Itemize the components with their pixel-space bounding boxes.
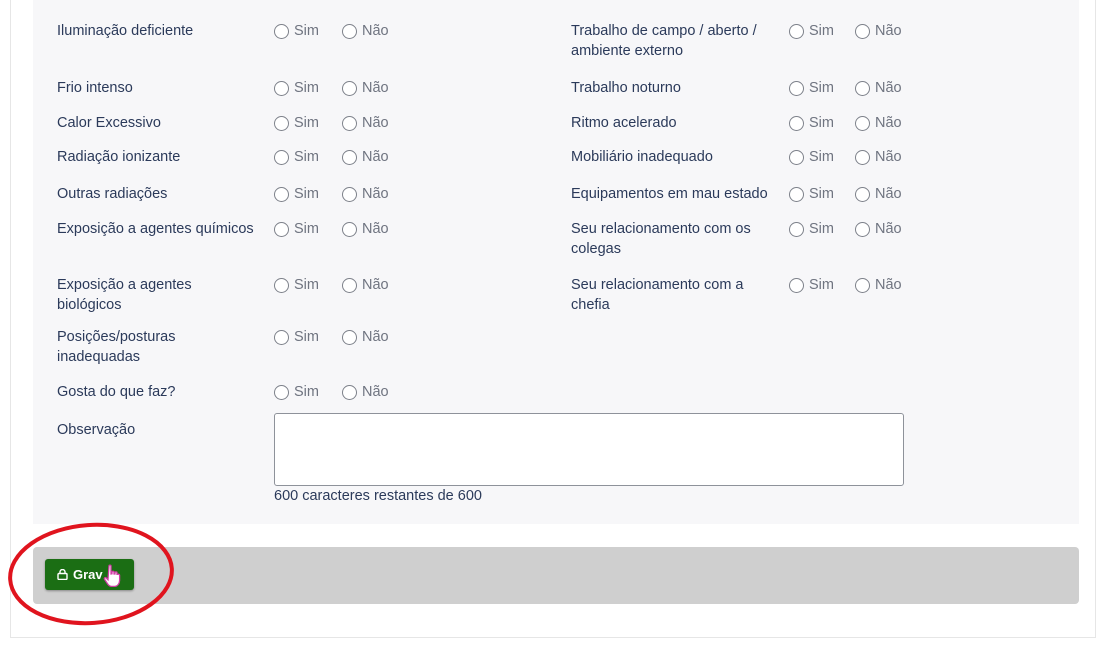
radio-circle-icon [274,115,289,131]
question-label: Seu relacionamento com a chefia [571,277,744,313]
radio-circle-icon [789,115,804,131]
yes-radio[interactable]: Sim [274,113,319,133]
yes-radio[interactable]: Sim [274,184,319,204]
radio-circle-icon [342,23,357,39]
radio-circle-icon [342,221,357,237]
yes-radio[interactable]: Sim [789,184,834,204]
radio-circle-icon [274,23,289,39]
question-label: Frio intenso [57,80,133,96]
radio-circle-icon [342,115,357,131]
no-radio[interactable]: Não [855,78,902,98]
radio-circle-icon [342,149,357,165]
radio-circle-icon [855,277,870,293]
question-label: Exposição a agentes biológicos [57,277,192,313]
radio-circle-icon [274,186,289,202]
radio-circle-icon [789,186,804,202]
radio-circle-icon [855,23,870,39]
yes-radio[interactable]: Sim [789,78,834,98]
radio-circle-icon [342,329,357,345]
radio-circle-icon [342,384,357,400]
radio-circle-icon [342,80,357,96]
radio-circle-icon [789,80,804,96]
yes-radio[interactable]: Sim [789,147,834,167]
form-footer [33,547,1079,604]
radio-circle-icon [274,221,289,237]
radio-circle-icon [342,186,357,202]
yes-radio[interactable]: Sim [789,275,834,295]
radio-circle-icon [789,23,804,39]
question-label: Seu relacionamento com os colegas [571,221,751,257]
character-counter: 600 caracteres restantes de 600 [274,488,482,504]
yes-radio[interactable]: Sim [274,21,319,41]
radio-circle-icon [855,115,870,131]
yes-radio[interactable]: Sim [274,382,319,402]
question-label: Gosta do que faz? [57,384,176,400]
radio-circle-icon [855,186,870,202]
radio-circle-icon [342,277,357,293]
observation-textarea[interactable] [274,413,904,486]
no-radio[interactable]: Não [342,219,389,239]
observation-label: Observação [57,422,136,438]
radio-circle-icon [274,277,289,293]
no-radio[interactable]: Não [342,21,389,41]
radio-circle-icon [274,384,289,400]
yes-radio[interactable]: Sim [274,275,319,295]
question-label: Posições/posturas inadequadas [57,329,176,365]
yes-radio[interactable]: Sim [274,327,319,347]
yes-radio[interactable]: Sim [274,219,319,239]
radio-circle-icon [274,329,289,345]
no-radio[interactable]: Não [855,275,902,295]
question-label: Calor Excessivo [57,115,161,131]
radio-circle-icon [274,149,289,165]
question-label: Iluminação deficiente [57,23,194,39]
question-label: Outras radiações [57,186,168,202]
question-label: Radiação ionizante [57,149,181,165]
radio-circle-icon [274,80,289,96]
no-radio[interactable]: Não [342,184,389,204]
question-label: Mobiliário inadequado [571,149,713,165]
question-label: Exposição a agentes químicos [57,221,254,237]
no-radio[interactable]: Não [342,147,389,167]
yes-radio[interactable]: Sim [789,21,834,41]
red-highlight-circle [8,522,174,626]
no-radio[interactable]: Não [342,113,389,133]
question-label: Trabalho de campo / aberto / ambiente ex… [571,23,757,59]
radio-circle-icon [789,277,804,293]
question-label: Ritmo acelerado [571,115,677,131]
question-label: Equipamentos em mau estado [571,186,768,202]
yes-radio[interactable]: Sim [274,147,319,167]
no-radio[interactable]: Não [855,113,902,133]
radio-circle-icon [855,221,870,237]
no-radio[interactable]: Não [342,78,389,98]
no-radio[interactable]: Não [342,382,389,402]
yes-radio[interactable]: Sim [789,113,834,133]
no-radio[interactable]: Não [855,147,902,167]
no-radio[interactable]: Não [855,21,902,41]
question-label: Trabalho noturno [571,80,681,96]
no-radio[interactable]: Não [855,184,902,204]
radio-circle-icon [855,80,870,96]
radio-circle-icon [789,149,804,165]
radio-circle-icon [855,149,870,165]
no-radio[interactable]: Não [342,275,389,295]
yes-radio[interactable]: Sim [274,78,319,98]
no-radio[interactable]: Não [342,327,389,347]
radio-circle-icon [789,221,804,237]
no-radio[interactable]: Não [855,219,902,239]
yes-radio[interactable]: Sim [789,219,834,239]
